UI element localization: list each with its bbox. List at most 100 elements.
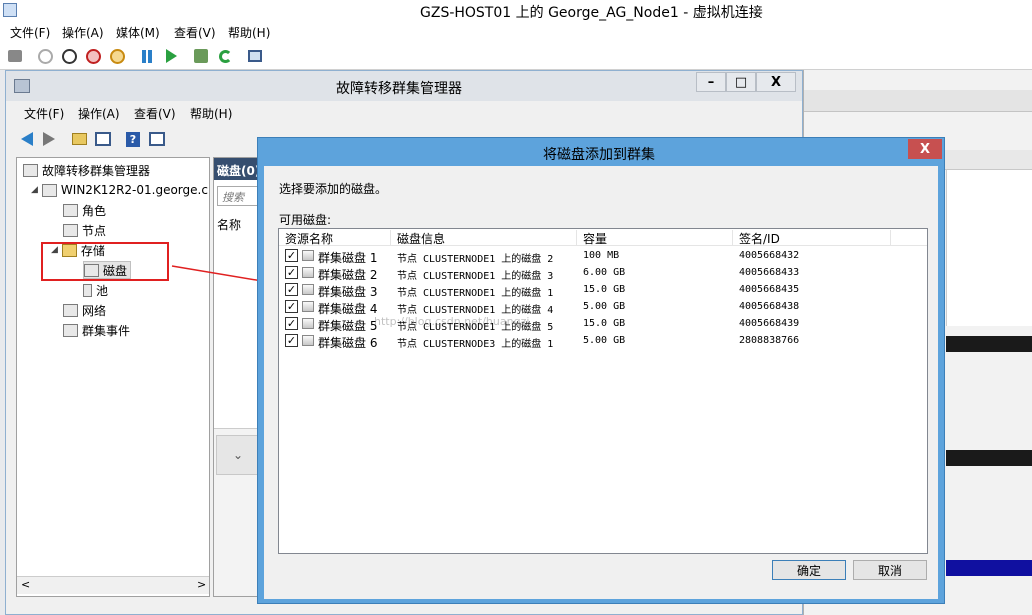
tree-item-root[interactable]: 故障转移群集管理器 bbox=[23, 161, 150, 179]
maximize-button[interactable]: □ bbox=[726, 72, 756, 92]
ctrl-alt-del-icon[interactable] bbox=[6, 47, 24, 65]
disk-checkbox[interactable]: ✓ bbox=[285, 317, 298, 330]
disk-checkbox[interactable]: ✓ bbox=[285, 266, 298, 279]
mmc-menu-view[interactable]: 查看(V) bbox=[134, 105, 176, 122]
chevron-down-icon[interactable]: ⌄ bbox=[216, 435, 260, 475]
column-header-resource-name[interactable]: 资源名称 bbox=[279, 230, 391, 246]
show-action-pane-icon[interactable] bbox=[148, 130, 166, 148]
tree-item-label: 网络 bbox=[82, 303, 107, 318]
roles-icon bbox=[63, 203, 78, 217]
dialog-close-button[interactable]: X bbox=[908, 139, 942, 159]
column-header-signature-id[interactable]: 签名/ID bbox=[733, 230, 891, 246]
tree-item-label: 故障转移群集管理器 bbox=[42, 163, 151, 178]
shut-down-icon[interactable] bbox=[84, 47, 102, 65]
disk-signature: 2808838766 bbox=[739, 335, 800, 346]
tree-horizontal-scrollbar[interactable]: < > bbox=[17, 576, 209, 594]
cluster-manager-icon bbox=[23, 163, 38, 177]
enhanced-session-icon[interactable] bbox=[246, 47, 264, 65]
help-icon[interactable]: ? bbox=[124, 130, 142, 148]
tree-item-networks[interactable]: 网络 bbox=[63, 301, 106, 319]
host-menu-action[interactable]: 操作(A) bbox=[62, 24, 104, 41]
host-menu-file[interactable]: 文件(F) bbox=[10, 24, 50, 41]
disk-icon bbox=[302, 284, 314, 295]
disk-info: 节点 CLUSTERNODE3 上的磁盘 1 bbox=[397, 339, 554, 350]
instruction-text: 选择要添加的磁盘。 bbox=[279, 182, 388, 196]
host-menubar: 文件(F) 操作(A) 媒体(M) 查看(V) 帮助(H) bbox=[0, 22, 1032, 42]
turn-off-icon[interactable] bbox=[60, 47, 78, 65]
events-icon bbox=[63, 323, 78, 337]
disk-checkbox[interactable]: ✓ bbox=[285, 300, 298, 313]
save-state-icon[interactable] bbox=[108, 47, 126, 65]
cluster-manager-icon bbox=[14, 79, 30, 93]
disk-row[interactable]: ✓ 群集磁盘 2 节点 CLUSTERNODE1 上的磁盘 3 6.00 GB 4005… bbox=[279, 264, 927, 282]
scroll-right-icon[interactable]: > bbox=[197, 578, 206, 591]
column-header-capacity[interactable]: 容量 bbox=[577, 230, 733, 246]
mmc-menu-file[interactable]: 文件(F) bbox=[24, 105, 64, 122]
column-header-disk-info[interactable]: 磁盘信息 bbox=[391, 230, 577, 246]
tree-item-cluster[interactable]: ◢ WIN2K12R2-01.george.c bbox=[31, 181, 208, 199]
nodes-icon bbox=[63, 223, 78, 237]
up-folder-icon[interactable] bbox=[70, 130, 88, 148]
disk-resource-name: 群集磁盘 6 bbox=[318, 336, 378, 350]
close-button[interactable]: X bbox=[756, 72, 796, 92]
host-toolbar bbox=[0, 42, 1032, 70]
host-menu-media[interactable]: 媒体(M) bbox=[116, 24, 160, 41]
forward-arrow-icon[interactable] bbox=[40, 130, 58, 148]
mmc-window-title: 故障转移群集管理器 bbox=[336, 81, 462, 97]
host-menu-view[interactable]: 查看(V) bbox=[174, 24, 216, 41]
disk-info: 节点 CLUSTERNODE1 上的磁盘 2 bbox=[397, 254, 554, 265]
disk-checkbox[interactable]: ✓ bbox=[285, 334, 298, 347]
disk-icon bbox=[302, 267, 314, 278]
disks-pane-header: 磁盘(0) bbox=[214, 158, 260, 180]
mmc-menubar: 文件(F) 操作(A) 查看(V) 帮助(H) bbox=[12, 103, 800, 123]
disk-capacity: 100 MB bbox=[583, 250, 620, 261]
watermark: http://blog.csdn.net/huangzj bbox=[374, 315, 530, 328]
host-titlebar: GZS-HOST01 上的 George_AG_Node1 - 虚拟机连接 bbox=[0, 0, 1032, 22]
disk-icon bbox=[302, 301, 314, 312]
search-input[interactable]: 搜索 bbox=[217, 186, 260, 206]
tree-item-cluster-events[interactable]: 群集事件 bbox=[63, 321, 130, 339]
dialog-titlebar: 将磁盘添加到群集 X bbox=[258, 138, 944, 166]
scroll-left-icon[interactable]: < bbox=[21, 578, 30, 591]
disk-icon bbox=[302, 250, 314, 261]
tree-item-pools[interactable]: 池 bbox=[83, 281, 108, 299]
disk-checkbox[interactable]: ✓ bbox=[285, 283, 298, 296]
disk-row[interactable]: ✓ 群集磁盘 1 节点 CLUSTERNODE1 上的磁盘 2 100 MB 40056… bbox=[279, 247, 927, 265]
cancel-button[interactable]: 取消 bbox=[853, 560, 927, 580]
details-pane: ⌄ bbox=[214, 428, 260, 596]
disk-signature: 4005668433 bbox=[739, 267, 800, 278]
ok-button[interactable]: 确定 bbox=[772, 560, 846, 580]
tree-item-nodes[interactable]: 节点 bbox=[63, 221, 106, 239]
tree-item-roles[interactable]: 角色 bbox=[63, 201, 106, 219]
tree-item-label: 角色 bbox=[82, 203, 107, 218]
pause-icon[interactable] bbox=[138, 47, 156, 65]
tree-item-label: 节点 bbox=[82, 223, 107, 238]
back-arrow-icon[interactable] bbox=[18, 130, 36, 148]
disk-info: 节点 CLUSTERNODE1 上的磁盘 3 bbox=[397, 271, 554, 282]
show-hide-tree-icon[interactable] bbox=[94, 130, 112, 148]
revert-icon[interactable] bbox=[216, 47, 234, 65]
checkpoint-icon[interactable] bbox=[192, 47, 210, 65]
column-header-name[interactable]: 名称 bbox=[217, 216, 241, 233]
disk-signature: 4005668435 bbox=[739, 284, 800, 295]
expand-icon[interactable]: ◢ bbox=[31, 185, 38, 195]
disk-capacity: 15.0 GB bbox=[583, 284, 626, 295]
network-icon bbox=[63, 303, 78, 317]
host-menu-help[interactable]: 帮助(H) bbox=[228, 24, 270, 41]
mmc-menu-action[interactable]: 操作(A) bbox=[78, 105, 120, 122]
disk-row[interactable]: ✓ 群集磁盘 3 节点 CLUSTERNODE1 上的磁盘 1 15.0 GB 4005… bbox=[279, 281, 927, 299]
dialog-body: 选择要添加的磁盘。 可用磁盘: 资源名称 磁盘信息 容量 签名/ID ✓ 群集磁盘… bbox=[264, 166, 938, 599]
disk-row[interactable]: ✓ 群集磁盘 4 节点 CLUSTERNODE1 上的磁盘 4 5.00 GB 4005… bbox=[279, 298, 927, 316]
host-window-title: GZS-HOST01 上的 George_AG_Node1 - 虚拟机连接 bbox=[420, 5, 763, 21]
tree-item-label: 群集事件 bbox=[82, 323, 131, 338]
disk-checkbox[interactable]: ✓ bbox=[285, 249, 298, 262]
disk-row[interactable]: ✓ 群集磁盘 6 节点 CLUSTERNODE3 上的磁盘 1 5.00 GB 2808… bbox=[279, 332, 927, 350]
start-icon[interactable] bbox=[36, 47, 54, 65]
highlight-box bbox=[41, 242, 169, 281]
mmc-menu-help[interactable]: 帮助(H) bbox=[190, 105, 232, 122]
cluster-icon bbox=[41, 183, 57, 197]
available-disks-label: 可用磁盘: bbox=[279, 213, 332, 227]
minimize-button[interactable]: – bbox=[696, 72, 726, 92]
resume-icon[interactable] bbox=[162, 47, 180, 65]
disks-pane: 磁盘(0) 搜索 名称 ⌄ bbox=[213, 157, 261, 597]
